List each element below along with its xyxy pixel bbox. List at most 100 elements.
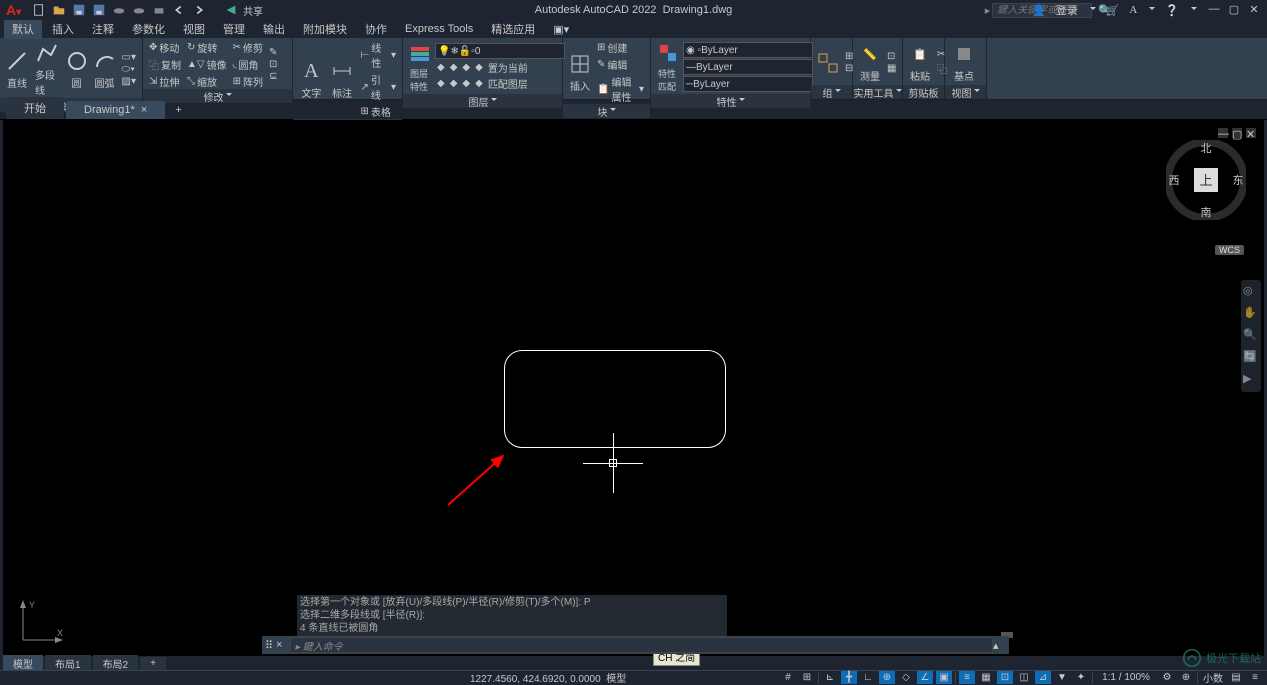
login-link[interactable]: 登录 [1056,2,1078,18]
open-icon[interactable] [51,2,67,18]
layer-icon-8[interactable]: ◆ [473,76,485,91]
cmd-recent-icon[interactable]: ▴ [993,639,1009,652]
lineweight-icon[interactable]: ≡ [959,671,975,684]
dynamic-input-icon[interactable]: ╋ [841,671,857,684]
isodraft-icon[interactable]: ◇ [898,671,914,684]
login-dropdown-icon[interactable] [1088,4,1096,16]
hatch-icon[interactable]: ▨▾ [120,76,138,87]
stretch-button[interactable]: ⇲拉伸 [147,74,183,89]
maximize-button[interactable]: ▢ [1227,3,1241,17]
edit-attr-button[interactable]: 📋编辑属性▾ [595,74,646,104]
tab-featured[interactable]: 精选应用 [483,19,543,39]
tab-view[interactable]: 视图 [175,19,213,39]
panel-props-label[interactable]: 特性 [651,94,810,108]
tab-output[interactable]: 输出 [255,19,293,39]
tab-annotate[interactable]: 注释 [84,19,122,39]
layer-icon-4[interactable]: ◆ [473,60,485,75]
selection-filter-icon[interactable]: ▼ [1054,671,1070,684]
measure-button[interactable]: 📏测量 [857,41,883,84]
start-tab[interactable]: 开始 [6,97,64,119]
lineweight-selector[interactable]: — ByLayer [683,59,813,75]
polar-icon[interactable]: ⊕ [879,671,895,684]
tab-manage[interactable]: 管理 [215,19,253,39]
new-tab-button[interactable]: + [167,101,189,119]
match-properties-button[interactable]: 特性匹配 [655,40,681,94]
tab-express[interactable]: Express Tools [397,21,481,37]
edit-block-button[interactable]: ✎编辑 [595,57,646,72]
tab-expand-icon[interactable]: ▣▾ [545,21,577,38]
polyline-button[interactable]: 多段线 [32,40,62,98]
panel-group-label[interactable]: 组 [811,85,852,99]
quick-properties-icon[interactable]: ▤ [1228,671,1244,684]
explode-icon[interactable]: ✎ [267,47,279,58]
workspace-icon[interactable]: ⚙ [1159,671,1175,684]
erase-icon[interactable]: ⊆ [267,71,279,82]
annotation-monitor-icon[interactable]: ⊕ [1178,671,1194,684]
app-logo-icon[interactable]: A▾ [0,2,27,18]
tab-addins[interactable]: 附加模块 [295,19,355,39]
color-selector[interactable]: ◉ ▫ ByLayer [683,42,813,58]
create-block-button[interactable]: ⊞创建 [595,40,646,55]
layer-icon-3[interactable]: ◆ [460,60,472,75]
cloud-open-icon[interactable] [111,2,127,18]
viewcube[interactable]: 上 北 南 西 东 [1166,140,1246,223]
grid-icon[interactable]: # [780,671,796,684]
full-nav-wheel-icon[interactable]: ◎ [1243,284,1259,300]
cloud-save-icon[interactable] [131,2,147,18]
util-icon-1[interactable]: ⊡ [885,51,898,62]
tab-insert[interactable]: 插入 [44,19,82,39]
arc-button[interactable]: 圆弧 [92,48,118,91]
close-button[interactable]: ✕ [1247,3,1261,17]
ucs-icon[interactable]: Y X [17,598,65,646]
drawing-canvas[interactable]: — ▢ ✕ 上 北 南 西 东 WCS ◎ ✋ 🔍 🔄 ▶ Y [3,120,1264,656]
text-button[interactable]: A文字 [297,58,326,101]
autodesk-app-icon[interactable]: A [1129,4,1137,16]
coordinate-display[interactable]: 1227.4560, 424.6920, 0.0000 模型 [0,670,626,685]
save-icon[interactable] [71,2,87,18]
share-icon[interactable] [223,2,239,18]
redo-icon[interactable] [191,2,207,18]
insert-block-button[interactable]: 插入 [567,51,593,94]
tab-parametric[interactable]: 参数化 [124,19,173,39]
linetype-button[interactable]: ⊢线性▾ [358,40,398,70]
rectangle-icon[interactable]: ▭▾ [120,52,138,63]
customization-icon[interactable]: ≡ [1247,671,1263,684]
app-dropdown-icon[interactable] [1147,4,1155,16]
units-display[interactable]: 小数 [1201,671,1225,684]
viewport-maximize-icon[interactable]: ▢ [1232,128,1242,138]
make-current-button[interactable]: 置为当前 [486,60,530,75]
match-layer-button[interactable]: 匹配图层 [486,76,530,91]
panel-modify-label[interactable]: 修改 [143,89,292,103]
layout2-tab[interactable]: 布局2 [93,655,139,672]
linetype-selector[interactable]: ─ ByLayer [683,76,813,92]
mirror-button[interactable]: ▲▽镜像 [185,57,229,72]
viewport-close-icon[interactable]: ✕ [1246,128,1256,138]
panel-layer-label[interactable]: 图层 [403,94,562,108]
dyn-ucs-icon[interactable]: ⊿ [1035,671,1051,684]
tab-close-icon[interactable]: × [141,104,147,116]
cmd-close-icon[interactable]: × [276,639,290,651]
basepoint-button[interactable]: 基点 [949,41,979,84]
new-icon[interactable] [31,2,47,18]
snap-mode-icon[interactable]: ⊞ [799,671,815,684]
layer-properties-button[interactable]: 图层特性 [407,40,433,94]
circle-button[interactable]: 圆 [64,48,90,91]
panel-block-label[interactable]: 块 [563,104,650,118]
annotation-scale[interactable]: 1:1 / 100% [1096,671,1156,684]
ellipse-icon[interactable]: ⬭▾ [120,64,138,75]
user-icon[interactable]: 👤 [1032,4,1046,17]
plot-icon[interactable] [151,2,167,18]
add-layout-button[interactable]: + [140,657,166,670]
layer-icon-7[interactable]: ◆ [460,76,472,91]
leader-button[interactable]: ↗引线▾ [358,72,398,102]
share-label[interactable]: 共享 [243,3,263,18]
orbit-icon[interactable]: 🔄 [1243,350,1259,366]
undo-icon[interactable] [171,2,187,18]
minimize-button[interactable]: — [1207,3,1221,17]
tab-default[interactable]: 默认 [4,19,42,39]
panel-view-label[interactable]: 视图 [945,85,986,99]
help-icon[interactable]: ❔ [1165,4,1179,17]
offset-icon[interactable]: ⊡ [267,59,279,70]
saveas-icon[interactable] [91,2,107,18]
drawing-tab[interactable]: Drawing1* × [66,101,165,119]
